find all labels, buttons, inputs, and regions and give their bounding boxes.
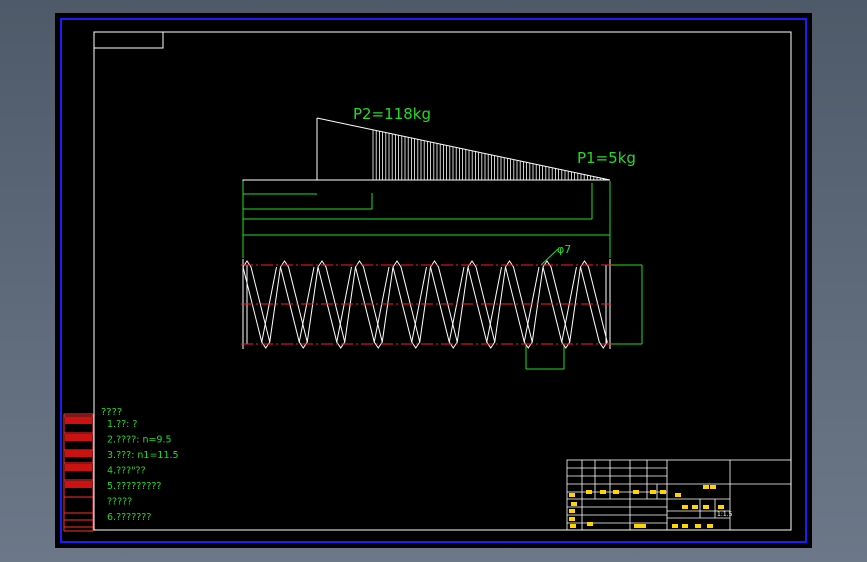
- code-box: [93, 31, 164, 49]
- technical-notes: 1.??: ? 2.????: n=9.5 3.???: n1=11.5 4.???"…: [107, 419, 179, 523]
- title-block-mark: [571, 502, 577, 506]
- title-block-mark: [718, 505, 724, 509]
- note-line: 3.???: n1=11.5: [107, 450, 179, 461]
- note-line: 2.????: n=9.5: [107, 435, 172, 446]
- load-label-p1: P1=5kg: [577, 149, 636, 167]
- load-label-p2: P2=118kg: [353, 105, 431, 123]
- title-block-mark: [587, 522, 593, 526]
- title-block-mark: [660, 490, 666, 494]
- note-line: ?????: [107, 497, 132, 508]
- drawing-sheet: P2=118kg P1=5kg φ7 ???? 1.??: ?2.????: n…: [60, 18, 807, 543]
- title-block-mark: [692, 505, 698, 509]
- title-block-mark: [710, 485, 716, 489]
- title-block-mark: [650, 490, 656, 494]
- scale-value: 1:1.5: [717, 511, 733, 518]
- title-block-mark: [682, 505, 688, 509]
- title-block-mark: [600, 490, 606, 494]
- title-block-mark: [633, 490, 639, 494]
- title-block-mark: [634, 524, 640, 528]
- title-block-mark: [707, 524, 713, 528]
- title-block-mark: [703, 485, 709, 489]
- load-diagram: [242, 117, 611, 193]
- title-block-mark: [640, 524, 646, 528]
- title-block-mark: [586, 490, 592, 494]
- title-block-mark: [675, 493, 681, 497]
- notes-title: ????: [101, 407, 122, 418]
- title-block-mark: [695, 524, 701, 528]
- title-block-mark: [703, 505, 709, 509]
- title-block-mark: [672, 524, 678, 528]
- note-line: 6.???????: [107, 512, 151, 523]
- title-block-mark: [569, 493, 575, 497]
- title-block-mark: [569, 517, 575, 521]
- note-line: 4.???"??: [107, 466, 146, 477]
- title-block-mark: [570, 524, 576, 528]
- cad-viewport[interactable]: P2=118kg P1=5kg φ7 ???? 1.??: ? 2.????: …: [55, 13, 812, 548]
- wire-diameter-label: φ7: [557, 243, 571, 256]
- note-line: 1.??: ?: [107, 419, 137, 430]
- title-block-mark: [682, 524, 688, 528]
- note-line: 5.?????????: [107, 481, 161, 492]
- title-block-mark: [569, 509, 575, 513]
- title-block-mark: [613, 490, 619, 494]
